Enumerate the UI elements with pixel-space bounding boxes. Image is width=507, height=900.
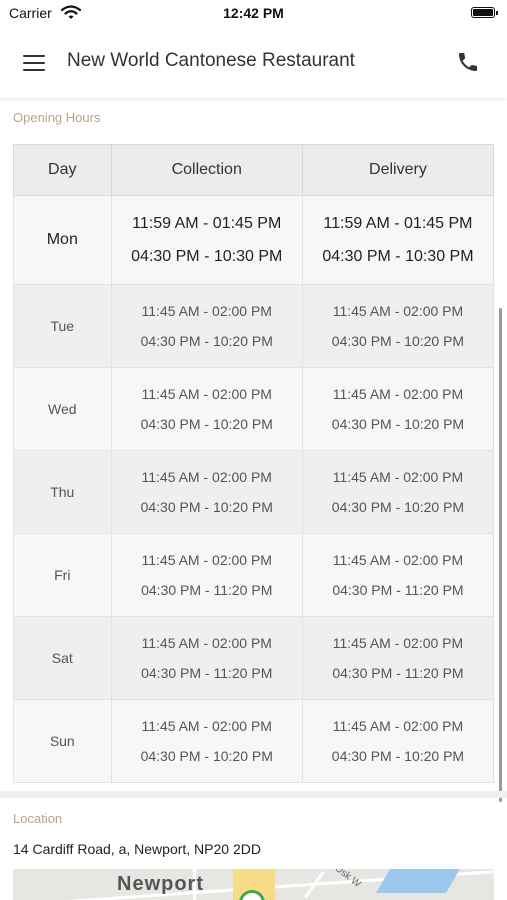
table-row: Fri 11:45 AM - 02:00 PM 04:30 PM - 11:20 …	[13, 533, 495, 617]
collection-slot-1: 11:45 AM - 02:00 PM	[141, 635, 272, 651]
day-cell: Tue	[13, 284, 112, 368]
column-header-day: Day	[13, 144, 112, 196]
status-bar: Carrier 12:42 PM	[0, 0, 507, 28]
collection-cell: 11:45 AM - 02:00 PM 04:30 PM - 10:20 PM	[110, 367, 303, 451]
collection-slot-1: 11:45 AM - 02:00 PM	[141, 552, 272, 568]
delivery-slot-2: 04:30 PM - 10:30 PM	[322, 248, 474, 265]
opening-hours-table: Day Collection Delivery Mon 11:59 AM - 0…	[13, 144, 495, 783]
column-header-delivery: Delivery	[301, 144, 495, 196]
delivery-slot-1: 11:45 AM - 02:00 PM	[332, 386, 464, 402]
collection-cell: 11:45 AM - 02:00 PM 04:30 PM - 10:20 PM	[110, 284, 303, 368]
collection-cell: 11:59 AM - 01:45 PM 04:30 PM - 10:30 PM	[110, 195, 303, 285]
collection-slot-1: 11:59 AM - 01:45 PM	[132, 215, 282, 232]
delivery-slot-1: 11:45 AM - 02:00 PM	[332, 469, 464, 485]
delivery-slot-1: 11:59 AM - 01:45 PM	[323, 215, 473, 232]
location-label: Location	[13, 811, 63, 826]
delivery-slot-2: 04:30 PM - 10:20 PM	[331, 416, 465, 432]
collection-slot-2: 04:30 PM - 11:20 PM	[141, 665, 273, 681]
table-row: Thu 11:45 AM - 02:00 PM 04:30 PM - 10:20 …	[13, 450, 495, 534]
collection-slot-1: 11:45 AM - 02:00 PM	[141, 386, 272, 402]
location-map[interactable]: Newport Usk W	[13, 869, 494, 900]
map-river	[376, 869, 460, 893]
delivery-cell: 11:45 AM - 02:00 PM 04:30 PM - 10:20 PM	[301, 284, 495, 368]
clock-time: 12:42 PM	[223, 5, 284, 21]
address-text: 14 Cardiff Road, a, Newport, NP20 2DD	[13, 841, 261, 857]
collection-slot-1: 11:45 AM - 02:00 PM	[141, 469, 272, 485]
opening-hours-label: Opening Hours	[13, 110, 101, 125]
column-header-collection: Collection	[110, 144, 303, 196]
delivery-slot-1: 11:45 AM - 02:00 PM	[332, 635, 464, 651]
delivery-cell: 11:59 AM - 01:45 PM 04:30 PM - 10:30 PM	[301, 195, 495, 285]
collection-cell: 11:45 AM - 02:00 PM 04:30 PM - 11:20 PM	[110, 533, 303, 617]
battery-icon	[471, 7, 498, 18]
collection-cell: 11:45 AM - 02:00 PM 04:30 PM - 10:20 PM	[110, 699, 303, 783]
delivery-slot-2: 04:30 PM - 11:20 PM	[332, 582, 464, 598]
delivery-cell: 11:45 AM - 02:00 PM 04:30 PM - 10:20 PM	[301, 699, 495, 783]
table-header-row: Day Collection Delivery	[13, 144, 495, 196]
delivery-slot-1: 11:45 AM - 02:00 PM	[332, 552, 464, 568]
delivery-slot-1: 11:45 AM - 02:00 PM	[332, 303, 464, 319]
day-cell: Thu	[13, 450, 112, 534]
collection-slot-2: 04:30 PM - 10:30 PM	[131, 248, 283, 265]
hamburger-menu-icon[interactable]	[23, 55, 45, 71]
collection-slot-2: 04:30 PM - 10:20 PM	[140, 416, 273, 432]
section-divider	[0, 791, 507, 798]
day-cell: Sun	[13, 699, 112, 783]
collection-slot-2: 04:30 PM - 10:20 PM	[140, 499, 273, 515]
table-row: Sat 11:45 AM - 02:00 PM 04:30 PM - 11:20 …	[13, 616, 495, 700]
delivery-slot-2: 04:30 PM - 11:20 PM	[332, 665, 464, 681]
collection-slot-2: 04:30 PM - 11:20 PM	[141, 582, 273, 598]
app-header: New World Cantonese Restaurant	[0, 28, 507, 98]
table-row: Tue 11:45 AM - 02:00 PM 04:30 PM - 10:20 …	[13, 284, 495, 368]
day-cell: Mon	[13, 195, 112, 285]
delivery-slot-2: 04:30 PM - 10:20 PM	[331, 499, 465, 515]
collection-cell: 11:45 AM - 02:00 PM 04:30 PM - 11:20 PM	[110, 616, 303, 700]
collection-slot-1: 11:45 AM - 02:00 PM	[141, 718, 272, 734]
map-place-label: Newport	[117, 873, 204, 895]
day-cell: Wed	[13, 367, 112, 451]
page-title: New World Cantonese Restaurant	[67, 50, 355, 71]
delivery-slot-2: 04:30 PM - 10:20 PM	[331, 333, 465, 349]
delivery-cell: 11:45 AM - 02:00 PM 04:30 PM - 11:20 PM	[301, 533, 495, 617]
phone-icon[interactable]	[456, 50, 480, 74]
delivery-slot-1: 11:45 AM - 02:00 PM	[332, 718, 464, 734]
delivery-cell: 11:45 AM - 02:00 PM 04:30 PM - 10:20 PM	[301, 450, 495, 534]
day-cell: Fri	[13, 533, 112, 617]
delivery-slot-2: 04:30 PM - 10:20 PM	[331, 748, 465, 764]
delivery-cell: 11:45 AM - 02:00 PM 04:30 PM - 11:20 PM	[301, 616, 495, 700]
collection-slot-1: 11:45 AM - 02:00 PM	[141, 303, 272, 319]
table-row: Wed 11:45 AM - 02:00 PM 04:30 PM - 10:20 …	[13, 367, 495, 451]
collection-slot-2: 04:30 PM - 10:20 PM	[140, 748, 273, 764]
table-row: Sun 11:45 AM - 02:00 PM 04:30 PM - 10:20 …	[13, 699, 495, 783]
day-cell: Sat	[13, 616, 112, 700]
collection-cell: 11:45 AM - 02:00 PM 04:30 PM - 10:20 PM	[110, 450, 303, 534]
vertical-scrollbar[interactable]	[499, 308, 502, 802]
table-row: Mon 11:59 AM - 01:45 PM 04:30 PM - 10:30 …	[13, 195, 495, 285]
map-street-label: Usk W	[332, 869, 363, 890]
delivery-cell: 11:45 AM - 02:00 PM 04:30 PM - 10:20 PM	[301, 367, 495, 451]
collection-slot-2: 04:30 PM - 10:20 PM	[140, 333, 273, 349]
